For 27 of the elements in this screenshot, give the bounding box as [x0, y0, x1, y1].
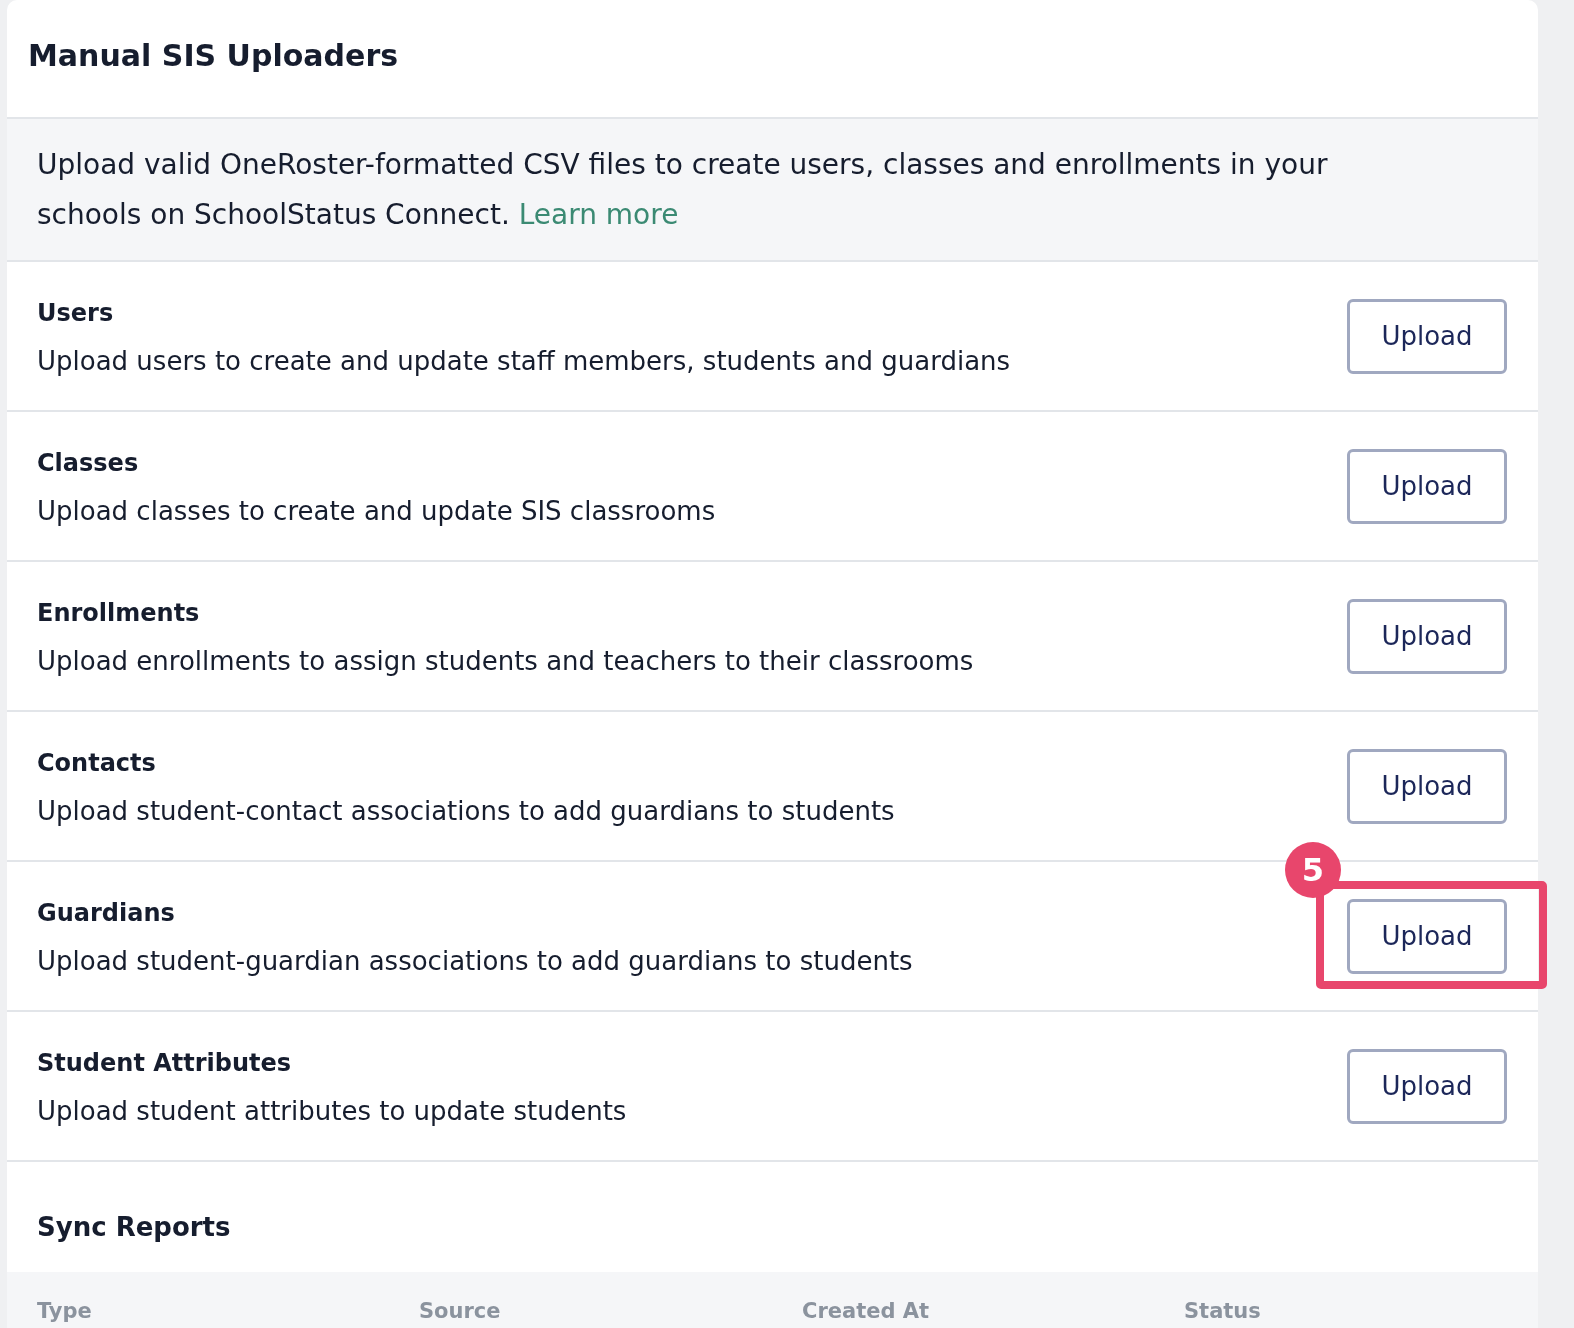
intro-text: Upload valid OneRoster-formatted CSV files to create users, classes and enrollments in your schools on SchoolStatus Connect. Learn more	[37, 147, 1329, 233]
panel-title: Manual SIS Uploaders	[28, 38, 399, 73]
column-header: Source	[419, 1298, 502, 1325]
uploader-title: Classes	[37, 448, 140, 479]
uploader-title: Guardians	[37, 898, 176, 929]
uploader-description: Upload student-guardian associations to add guardians to students	[37, 945, 913, 978]
uploader-title: Contacts	[37, 748, 157, 779]
column-header: Type	[37, 1298, 93, 1325]
upload-button[interactable]: Upload	[1347, 448, 1507, 524]
uploader-title: Users	[37, 298, 115, 329]
section-title: Sync Reports	[37, 1212, 231, 1242]
upload-button[interactable]: Upload	[1347, 1048, 1507, 1124]
column-header: Status	[1184, 1298, 1262, 1325]
upload-button[interactable]: Upload	[1347, 748, 1507, 824]
uploader-description: Upload classes to create and update SIS classrooms	[37, 495, 716, 528]
uploader-description: Upload enrollments to assign students and teachers to their classrooms	[37, 645, 974, 678]
upload-button[interactable]: Upload	[1347, 298, 1507, 374]
uploader-title: Student Attributes	[37, 1048, 293, 1079]
column-header: Created At	[802, 1298, 931, 1325]
upload-button[interactable]: Upload	[1347, 598, 1507, 674]
uploader-description: Upload student-contact associations to add guardians to students	[37, 795, 895, 828]
uploader-title: Enrollments	[37, 598, 201, 629]
uploader-description: Upload student attributes to update students	[37, 1095, 627, 1128]
learn-more-link[interactable]: Learn more	[518, 198, 679, 231]
upload-button[interactable]: Upload	[1347, 898, 1507, 974]
uploader-description: Upload users to create and update staff members, students and guardians	[37, 345, 1011, 378]
step-number-marker: 5	[1285, 841, 1341, 898]
